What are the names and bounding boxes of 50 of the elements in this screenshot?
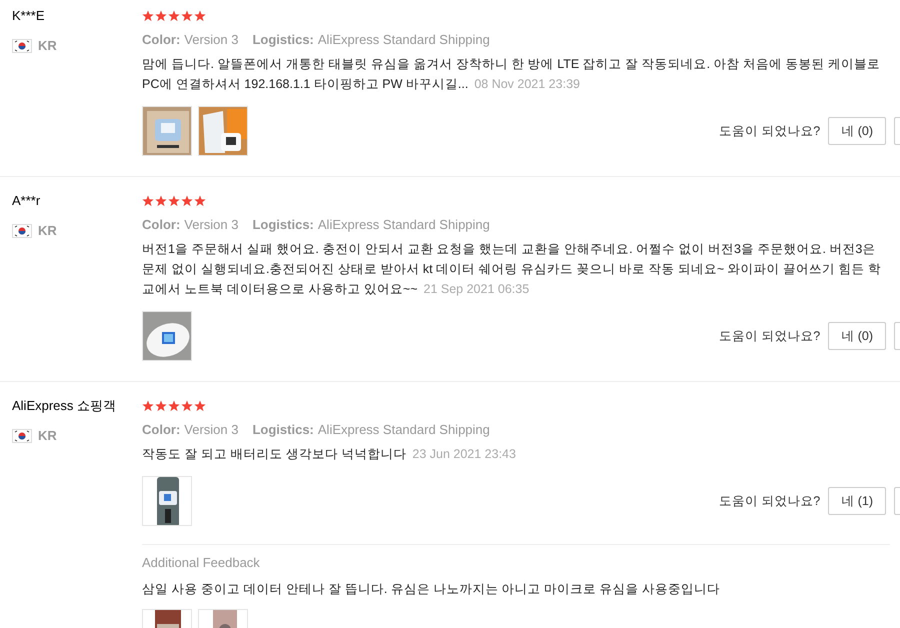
star-icon (181, 10, 193, 22)
helpful-question: 도움이 되었나요? (718, 122, 820, 140)
star-icon (181, 195, 193, 207)
color-label: Color: (142, 217, 180, 232)
reviewer-name: A***r (12, 192, 42, 210)
star-icon (168, 400, 180, 412)
logistics-label: Logistics: (252, 32, 314, 47)
logistics-value: AliExpress Standard Shipping (318, 32, 490, 47)
star-icon (181, 400, 193, 412)
star-icon (168, 195, 180, 207)
country-code: KR (38, 37, 57, 55)
star-icon (142, 10, 154, 22)
star-icon (194, 195, 206, 207)
additional-feedback-title: Additional Feedback (142, 554, 261, 572)
flag-icon (12, 224, 32, 238)
reviewer-name: K***E (12, 7, 46, 25)
star-icon (168, 10, 180, 22)
review-text: 버전1을 주문해서 실패 했어요. 충전이 안되서 교환 요청을 했는데 교환을 안해주네요. 어쩔수 없이 버전3을 주문했어요. 버전3은 문제 없이 실행되네요.충전되어진 상태로 받아서 kt 데이터 쉐어링 유심카드 꽂으니 바로 작동 되네요~ 와이파이 끌어쓰기 힘든 학교에서 노트북 데이터용으로 사용하고 있어요~~ 21 Sep 2021 06:35 (142, 241, 882, 298)
additional-feedback-text: 삼일 사용 중이고 데이터 안테나 잘 뜹니다. 유심은 나노까지는 아니고 마이크로 유심을 사용중입니다 (142, 581, 722, 598)
color-value: Version 3 (184, 217, 238, 232)
review-text: 맘에 듭니다. 알뜰폰에서 개통한 태블릿 유심을 옮겨서 장착하니 한 방에 LTE 잡히고 잘 작동되네요. 아참 처음에 동봉된 케이블로 PC에 연결하셔서 192.168.1.1 타이핑하고 PW 바꾸시길... 08 Nov 2021 23:39 (142, 56, 881, 93)
yes-button[interactable]: 네 (0) (828, 117, 886, 145)
no-button[interactable] (894, 487, 900, 515)
star-icon (142, 195, 154, 207)
color-label: Color: (142, 422, 180, 437)
star-icon (155, 400, 167, 412)
logistics-label: Logistics: (252, 217, 314, 232)
yes-button[interactable]: 네 (1) (828, 487, 886, 515)
helpful-question: 도움이 되었나요? (718, 328, 820, 345)
logistics-value: AliExpress Standard Shipping (318, 217, 490, 232)
star-icon (155, 195, 167, 207)
country-code: KR (38, 427, 57, 445)
star-icon (194, 10, 206, 22)
star-icon (194, 400, 206, 412)
review-text: 작동도 잘 되고 배터리도 생각보다 넉넉합니다 23 Jun 2021 23:43 (142, 446, 517, 463)
country-code: KR (38, 222, 57, 240)
color-label: Color: (142, 32, 180, 47)
flag-icon (12, 428, 32, 443)
color-value: Version 3 (184, 32, 238, 47)
helpful-question: 도움이 되었나요? (718, 492, 820, 510)
no-button[interactable] (894, 322, 900, 350)
yes-button[interactable]: 네 (0) (828, 322, 886, 350)
star-icon (155, 10, 167, 22)
flag-icon (12, 38, 32, 53)
no-button[interactable] (894, 117, 900, 145)
star-icon (142, 400, 154, 412)
logistics-value: AliExpress Standard Shipping (318, 422, 490, 437)
color-value: Version 3 (184, 422, 238, 437)
reviewer-name: AliExpress 쇼핑객 (12, 397, 118, 415)
logistics-label: Logistics: (252, 422, 314, 437)
